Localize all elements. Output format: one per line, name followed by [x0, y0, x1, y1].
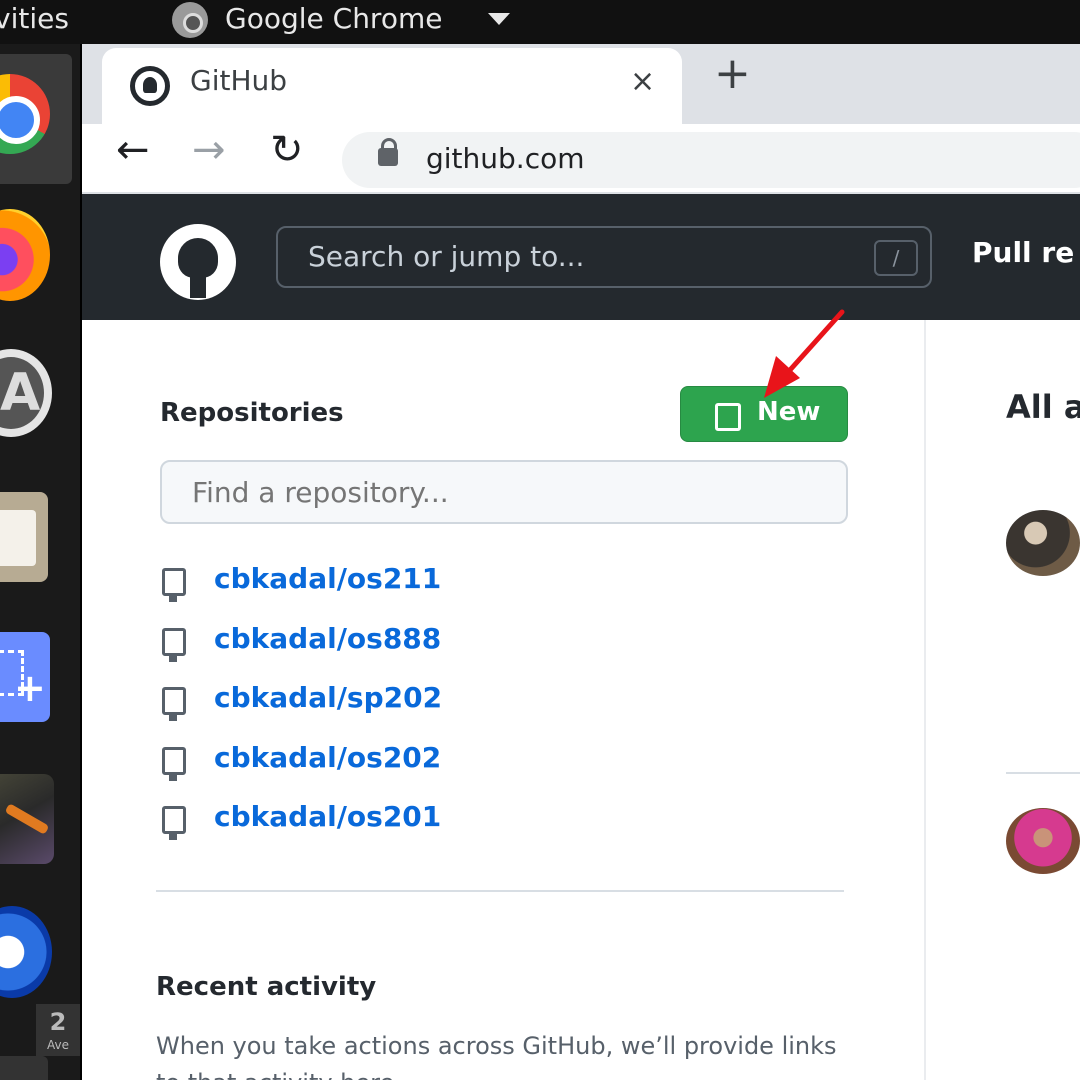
recent-activity-heading: Recent activity — [156, 972, 377, 1002]
repo-icon — [162, 627, 186, 662]
app-menu-label[interactable]: Google Chrome — [225, 2, 442, 35]
nav-pull-requests[interactable]: Pull re — [972, 236, 1074, 269]
dock-item-partial[interactable] — [0, 1056, 48, 1080]
calendar-icon[interactable]: 2 Ave — [36, 1004, 80, 1056]
avatar[interactable] — [1006, 808, 1080, 874]
repo-icon — [162, 806, 186, 840]
github-search-input[interactable]: Search or jump to... / — [276, 226, 932, 288]
files-icon[interactable] — [0, 492, 48, 582]
github-logo-icon[interactable] — [160, 224, 236, 300]
recent-activity-text: When you take actions across GitHub, we’… — [156, 1032, 837, 1080]
url-text[interactable]: github.com — [426, 142, 585, 175]
search-placeholder: Search or jump to... — [308, 240, 585, 273]
thunderbird-icon[interactable] — [0, 906, 52, 998]
application-dock: 2 Ave — [0, 44, 80, 1080]
calendar-sub: Ave — [47, 1038, 69, 1052]
lock-icon[interactable] — [378, 138, 398, 166]
firefox-icon[interactable] — [0, 209, 50, 301]
gimp-icon[interactable] — [0, 774, 54, 864]
calendar-day: 2 — [49, 1008, 67, 1036]
list-item[interactable]: cbkadal/os202 — [160, 737, 848, 797]
slash-shortcut-badge: / — [874, 240, 918, 276]
new-button-label: New — [757, 397, 821, 427]
address-bar[interactable]: github.com — [342, 132, 1080, 188]
list-item[interactable]: cbkadal/sp202 — [160, 677, 848, 737]
repo-link[interactable]: cbkadal/sp202 — [214, 681, 442, 714]
list-item[interactable]: cbkadal/os211 — [160, 558, 848, 618]
repositories-heading: Repositories — [160, 398, 344, 428]
repository-list: cbkadal/os211 cbkadal/os888 cbkadal/sp20… — [160, 558, 848, 856]
repo-icon — [162, 687, 186, 721]
list-item[interactable]: cbkadal/os888 — [160, 618, 848, 678]
repo-link[interactable]: cbkadal/os201 — [214, 800, 441, 833]
repo-link[interactable]: cbkadal/os211 — [214, 562, 441, 595]
browser-window: GitHub × + ← → ↻ github.com Search or ju… — [82, 44, 1080, 1080]
repo-icon — [162, 746, 186, 781]
back-button[interactable]: ← — [116, 130, 150, 170]
new-repository-button[interactable]: New — [680, 386, 848, 442]
screenshot-tool-icon[interactable] — [0, 632, 50, 722]
system-top-bar: vities Google Chrome — [0, 0, 1080, 44]
new-tab-button[interactable]: + — [714, 52, 751, 96]
repo-icon — [715, 403, 741, 431]
tab-title: GitHub — [190, 64, 288, 97]
github-dashboard: Repositories New cbkadal/os211 cbkadal/o… — [82, 320, 1080, 1080]
find-repository-input[interactable] — [160, 460, 848, 524]
chrome-app-icon — [172, 2, 208, 38]
repo-icon — [162, 568, 186, 602]
list-item[interactable]: cbkadal/os201 — [160, 796, 848, 856]
feed-divider — [1006, 772, 1080, 774]
chevron-down-icon[interactable] — [488, 13, 510, 25]
reload-button[interactable]: ↻ — [270, 130, 304, 170]
feed-heading: All a — [1006, 388, 1080, 426]
repo-link[interactable]: cbkadal/os888 — [214, 622, 441, 655]
activities-button[interactable]: vities — [0, 2, 69, 35]
close-icon[interactable]: × — [630, 64, 655, 99]
browser-toolbar: ← → ↻ github.com — [82, 124, 1080, 192]
dashboard-sidebar: Repositories New cbkadal/os211 cbkadal/o… — [82, 320, 926, 1080]
section-divider — [156, 890, 844, 892]
github-favicon-icon — [130, 66, 170, 106]
forward-button[interactable]: → — [192, 130, 226, 170]
tab-github[interactable]: GitHub × — [102, 48, 682, 124]
github-header: Search or jump to... / Pull re — [82, 194, 1080, 320]
software-center-icon[interactable] — [0, 349, 52, 437]
repo-link[interactable]: cbkadal/os202 — [214, 741, 441, 774]
avatar[interactable] — [1006, 510, 1080, 576]
